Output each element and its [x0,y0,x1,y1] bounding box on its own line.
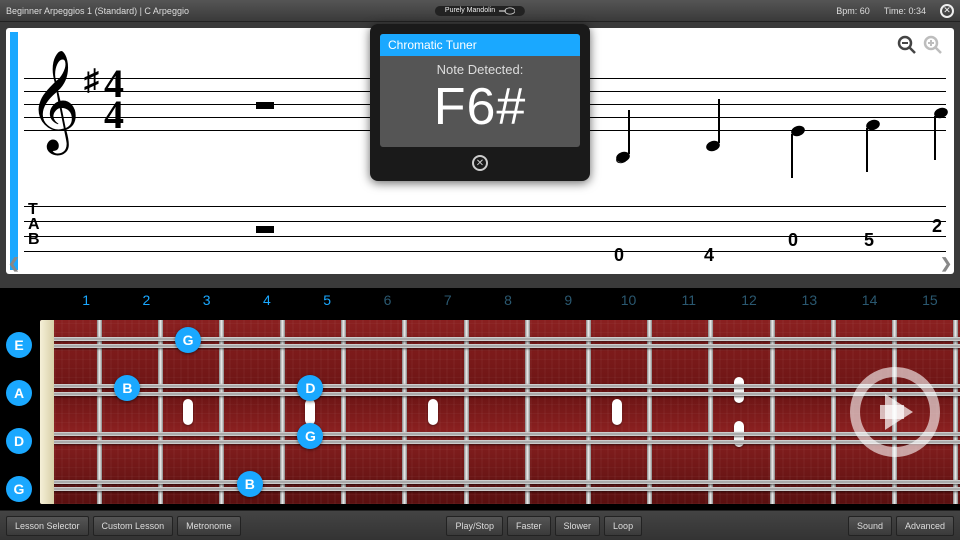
time-signature: 4 4 [104,68,124,130]
key-signature: ♯ [84,64,99,98]
fret-note-marker[interactable]: B [114,375,140,401]
notation-panel: 𝄞 ♯ 4 4 T A B 0 4 0 5 2 ❮ ❯ [0,22,960,288]
fret-note-marker[interactable]: D [297,375,323,401]
fret-number: 2 [116,288,176,314]
tab-rest-icon [256,226,274,233]
fret-number: 8 [478,288,538,314]
fretboard[interactable]: G B D G B [40,320,960,504]
fret-note-marker[interactable]: G [297,423,323,449]
sound-button[interactable]: Sound [848,516,892,536]
fret-number: 13 [779,288,839,314]
fret-number: 4 [237,288,297,314]
fret-number: 5 [297,288,357,314]
fret-note-marker[interactable]: B [237,471,263,497]
slower-button[interactable]: Slower [555,516,601,536]
fret-number: 3 [177,288,237,314]
fret-number: 9 [538,288,598,314]
tab-number: 0 [614,245,624,266]
fret-number: 7 [418,288,478,314]
tuner-title: Chromatic Tuner [380,34,580,56]
scroll-left-button[interactable]: ❮ [8,255,20,272]
tab-number: 5 [864,230,874,251]
playhead[interactable] [10,32,18,270]
open-string-label[interactable]: A [6,380,32,406]
tuner-label: Note Detected: [380,56,580,77]
faster-button[interactable]: Faster [507,516,551,536]
bpm-label: Bpm: 60 [836,6,870,16]
open-string-label[interactable]: D [6,428,32,454]
fret-number: 12 [719,288,779,314]
tuner-detected-note: F6# [380,77,580,147]
open-string-label[interactable]: G [6,476,32,502]
zoom-out-button[interactable] [896,34,918,56]
fret-number: 10 [598,288,658,314]
scroll-right-button[interactable]: ❯ [940,255,952,272]
nut [40,320,54,504]
tab-staff [24,206,946,266]
open-string-label[interactable]: E [6,332,32,358]
custom-lesson-button[interactable]: Custom Lesson [93,516,174,536]
fret-number-row: 1 2 3 4 5 6 7 8 9 10 11 12 13 14 15 [0,288,960,314]
time-label: Time: 0:34 [884,6,926,16]
tab-number: 4 [704,245,714,266]
fret-number: 14 [839,288,899,314]
play-stop-button[interactable]: Play/Stop [446,516,503,536]
metronome-button[interactable]: Metronome [177,516,241,536]
fret-number: 1 [56,288,116,314]
tab-number: 0 [788,230,798,251]
fret-number: 15 [900,288,960,314]
rest-icon [256,102,274,109]
fret-number: 6 [357,288,417,314]
tab-clef: T A B [28,202,40,248]
treble-clef-icon: 𝄞 [28,58,80,146]
app-logo: Purely Mandolin [435,6,525,16]
advanced-button[interactable]: Advanced [896,516,954,536]
tuner-close-button[interactable]: ✕ [472,155,488,171]
fret-number: 11 [659,288,719,314]
lesson-selector-button[interactable]: Lesson Selector [6,516,89,536]
close-button[interactable]: ✕ [940,4,954,18]
next-position-icon[interactable] [850,367,940,457]
fretboard-panel: G B D G B E A D G [0,314,960,510]
loop-button[interactable]: Loop [604,516,642,536]
bottom-toolbar: Lesson Selector Custom Lesson Metronome … [0,510,960,540]
zoom-in-button[interactable] [922,34,944,56]
tab-number: 2 [932,216,942,237]
top-bar: Beginner Arpeggios 1 (Standard) | C Arpe… [0,0,960,22]
chromatic-tuner-panel: Chromatic Tuner Note Detected: F6# ✕ [370,24,590,181]
lesson-title: Beginner Arpeggios 1 (Standard) | C Arpe… [6,6,189,16]
fret-note-marker[interactable]: G [175,327,201,353]
